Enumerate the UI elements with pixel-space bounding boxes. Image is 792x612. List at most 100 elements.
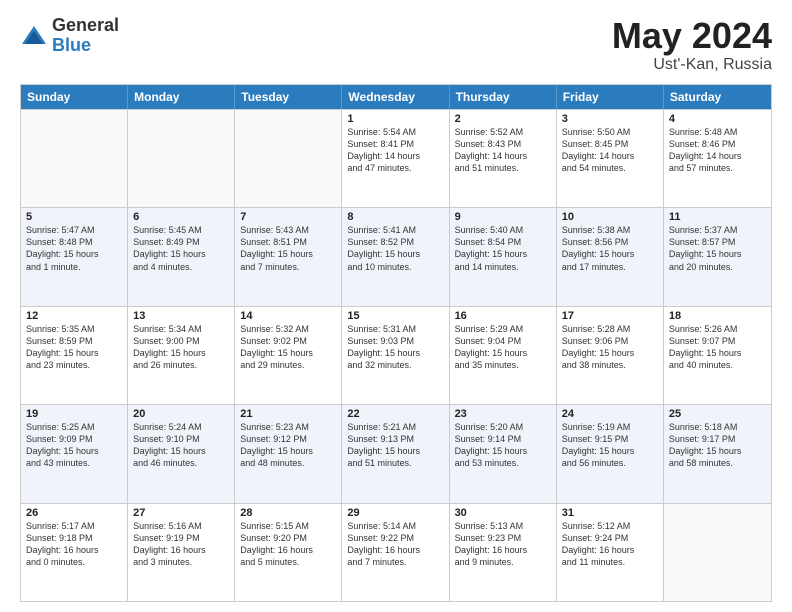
day-cell-31: 31Sunrise: 5:12 AM Sunset: 9:24 PM Dayli…	[557, 504, 664, 601]
day-number: 17	[562, 310, 658, 322]
day-info: Sunrise: 5:37 AM Sunset: 8:57 PM Dayligh…	[669, 224, 766, 273]
day-info: Sunrise: 5:25 AM Sunset: 9:09 PM Dayligh…	[26, 421, 122, 470]
day-number: 13	[133, 310, 229, 322]
day-number: 22	[347, 408, 443, 420]
day-cell-14: 14Sunrise: 5:32 AM Sunset: 9:02 PM Dayli…	[235, 307, 342, 404]
day-number: 12	[26, 310, 122, 322]
day-info: Sunrise: 5:26 AM Sunset: 9:07 PM Dayligh…	[669, 323, 766, 372]
empty-cell	[128, 110, 235, 207]
day-info: Sunrise: 5:12 AM Sunset: 9:24 PM Dayligh…	[562, 520, 658, 569]
header-day-saturday: Saturday	[664, 85, 771, 109]
month-title: May 2024	[612, 16, 772, 56]
logo-icon	[20, 22, 48, 50]
empty-cell	[664, 504, 771, 601]
location-title: Ust'-Kan, Russia	[612, 56, 772, 74]
day-cell-6: 6Sunrise: 5:45 AM Sunset: 8:49 PM Daylig…	[128, 208, 235, 305]
day-cell-4: 4Sunrise: 5:48 AM Sunset: 8:46 PM Daylig…	[664, 110, 771, 207]
day-number: 4	[669, 113, 766, 125]
day-number: 26	[26, 507, 122, 519]
day-cell-22: 22Sunrise: 5:21 AM Sunset: 9:13 PM Dayli…	[342, 405, 449, 502]
day-number: 31	[562, 507, 658, 519]
day-number: 23	[455, 408, 551, 420]
day-info: Sunrise: 5:16 AM Sunset: 9:19 PM Dayligh…	[133, 520, 229, 569]
day-cell-3: 3Sunrise: 5:50 AM Sunset: 8:45 PM Daylig…	[557, 110, 664, 207]
day-cell-26: 26Sunrise: 5:17 AM Sunset: 9:18 PM Dayli…	[21, 504, 128, 601]
day-info: Sunrise: 5:29 AM Sunset: 9:04 PM Dayligh…	[455, 323, 551, 372]
day-cell-20: 20Sunrise: 5:24 AM Sunset: 9:10 PM Dayli…	[128, 405, 235, 502]
empty-cell	[235, 110, 342, 207]
day-cell-17: 17Sunrise: 5:28 AM Sunset: 9:06 PM Dayli…	[557, 307, 664, 404]
calendar-row-3: 12Sunrise: 5:35 AM Sunset: 8:59 PM Dayli…	[21, 306, 771, 404]
day-cell-30: 30Sunrise: 5:13 AM Sunset: 9:23 PM Dayli…	[450, 504, 557, 601]
calendar-body: 1Sunrise: 5:54 AM Sunset: 8:41 PM Daylig…	[21, 109, 771, 601]
day-info: Sunrise: 5:13 AM Sunset: 9:23 PM Dayligh…	[455, 520, 551, 569]
calendar: SundayMondayTuesdayWednesdayThursdayFrid…	[20, 84, 772, 602]
day-cell-8: 8Sunrise: 5:41 AM Sunset: 8:52 PM Daylig…	[342, 208, 449, 305]
day-info: Sunrise: 5:48 AM Sunset: 8:46 PM Dayligh…	[669, 126, 766, 175]
day-cell-18: 18Sunrise: 5:26 AM Sunset: 9:07 PM Dayli…	[664, 307, 771, 404]
day-number: 9	[455, 211, 551, 223]
day-cell-24: 24Sunrise: 5:19 AM Sunset: 9:15 PM Dayli…	[557, 405, 664, 502]
day-cell-25: 25Sunrise: 5:18 AM Sunset: 9:17 PM Dayli…	[664, 405, 771, 502]
day-cell-28: 28Sunrise: 5:15 AM Sunset: 9:20 PM Dayli…	[235, 504, 342, 601]
day-number: 2	[455, 113, 551, 125]
day-number: 21	[240, 408, 336, 420]
day-info: Sunrise: 5:15 AM Sunset: 9:20 PM Dayligh…	[240, 520, 336, 569]
header-day-thursday: Thursday	[450, 85, 557, 109]
calendar-header: SundayMondayTuesdayWednesdayThursdayFrid…	[21, 85, 771, 109]
day-info: Sunrise: 5:14 AM Sunset: 9:22 PM Dayligh…	[347, 520, 443, 569]
header-day-tuesday: Tuesday	[235, 85, 342, 109]
day-info: Sunrise: 5:47 AM Sunset: 8:48 PM Dayligh…	[26, 224, 122, 273]
day-info: Sunrise: 5:50 AM Sunset: 8:45 PM Dayligh…	[562, 126, 658, 175]
day-number: 20	[133, 408, 229, 420]
day-cell-21: 21Sunrise: 5:23 AM Sunset: 9:12 PM Dayli…	[235, 405, 342, 502]
calendar-row-2: 5Sunrise: 5:47 AM Sunset: 8:48 PM Daylig…	[21, 207, 771, 305]
day-number: 8	[347, 211, 443, 223]
day-cell-29: 29Sunrise: 5:14 AM Sunset: 9:22 PM Dayli…	[342, 504, 449, 601]
day-info: Sunrise: 5:54 AM Sunset: 8:41 PM Dayligh…	[347, 126, 443, 175]
day-number: 10	[562, 211, 658, 223]
day-cell-10: 10Sunrise: 5:38 AM Sunset: 8:56 PM Dayli…	[557, 208, 664, 305]
day-number: 3	[562, 113, 658, 125]
day-info: Sunrise: 5:28 AM Sunset: 9:06 PM Dayligh…	[562, 323, 658, 372]
day-cell-11: 11Sunrise: 5:37 AM Sunset: 8:57 PM Dayli…	[664, 208, 771, 305]
day-cell-27: 27Sunrise: 5:16 AM Sunset: 9:19 PM Dayli…	[128, 504, 235, 601]
day-info: Sunrise: 5:40 AM Sunset: 8:54 PM Dayligh…	[455, 224, 551, 273]
day-number: 15	[347, 310, 443, 322]
day-cell-7: 7Sunrise: 5:43 AM Sunset: 8:51 PM Daylig…	[235, 208, 342, 305]
day-number: 19	[26, 408, 122, 420]
header-day-wednesday: Wednesday	[342, 85, 449, 109]
day-info: Sunrise: 5:17 AM Sunset: 9:18 PM Dayligh…	[26, 520, 122, 569]
empty-cell	[21, 110, 128, 207]
day-number: 1	[347, 113, 443, 125]
day-number: 30	[455, 507, 551, 519]
day-number: 28	[240, 507, 336, 519]
day-info: Sunrise: 5:32 AM Sunset: 9:02 PM Dayligh…	[240, 323, 336, 372]
day-cell-5: 5Sunrise: 5:47 AM Sunset: 8:48 PM Daylig…	[21, 208, 128, 305]
day-info: Sunrise: 5:19 AM Sunset: 9:15 PM Dayligh…	[562, 421, 658, 470]
day-number: 18	[669, 310, 766, 322]
calendar-row-4: 19Sunrise: 5:25 AM Sunset: 9:09 PM Dayli…	[21, 404, 771, 502]
day-cell-23: 23Sunrise: 5:20 AM Sunset: 9:14 PM Dayli…	[450, 405, 557, 502]
day-number: 27	[133, 507, 229, 519]
day-number: 14	[240, 310, 336, 322]
logo-blue: Blue	[52, 36, 119, 56]
header-day-sunday: Sunday	[21, 85, 128, 109]
header-day-monday: Monday	[128, 85, 235, 109]
calendar-row-1: 1Sunrise: 5:54 AM Sunset: 8:41 PM Daylig…	[21, 109, 771, 207]
day-info: Sunrise: 5:23 AM Sunset: 9:12 PM Dayligh…	[240, 421, 336, 470]
day-info: Sunrise: 5:20 AM Sunset: 9:14 PM Dayligh…	[455, 421, 551, 470]
day-info: Sunrise: 5:18 AM Sunset: 9:17 PM Dayligh…	[669, 421, 766, 470]
day-number: 6	[133, 211, 229, 223]
calendar-row-5: 26Sunrise: 5:17 AM Sunset: 9:18 PM Dayli…	[21, 503, 771, 601]
day-cell-13: 13Sunrise: 5:34 AM Sunset: 9:00 PM Dayli…	[128, 307, 235, 404]
day-number: 11	[669, 211, 766, 223]
day-cell-16: 16Sunrise: 5:29 AM Sunset: 9:04 PM Dayli…	[450, 307, 557, 404]
day-cell-15: 15Sunrise: 5:31 AM Sunset: 9:03 PM Dayli…	[342, 307, 449, 404]
day-info: Sunrise: 5:35 AM Sunset: 8:59 PM Dayligh…	[26, 323, 122, 372]
day-info: Sunrise: 5:24 AM Sunset: 9:10 PM Dayligh…	[133, 421, 229, 470]
day-number: 29	[347, 507, 443, 519]
day-info: Sunrise: 5:45 AM Sunset: 8:49 PM Dayligh…	[133, 224, 229, 273]
day-info: Sunrise: 5:31 AM Sunset: 9:03 PM Dayligh…	[347, 323, 443, 372]
header-day-friday: Friday	[557, 85, 664, 109]
